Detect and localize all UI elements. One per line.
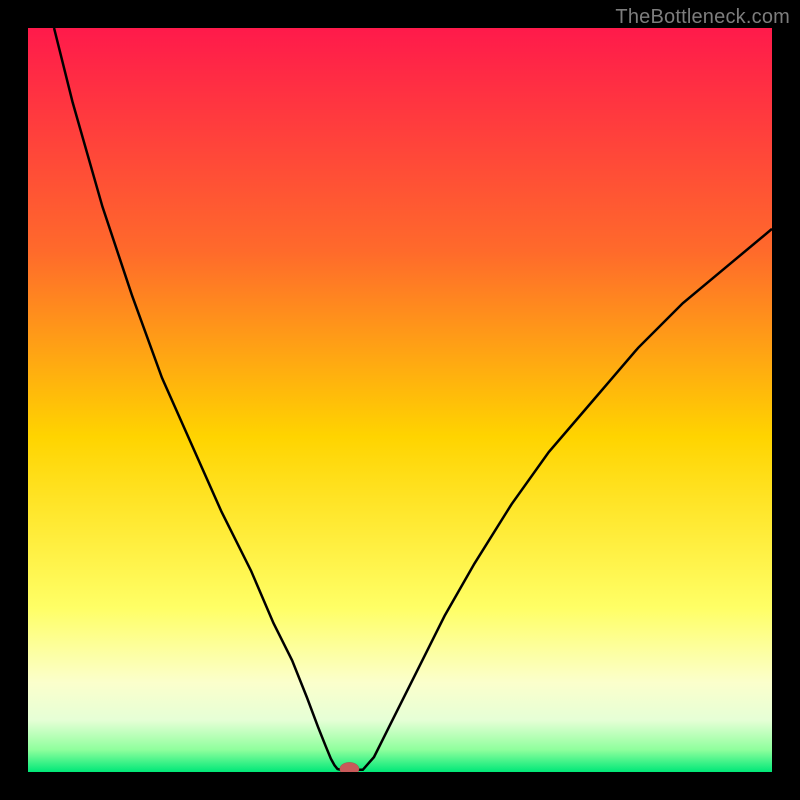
bottleneck-chart bbox=[28, 28, 772, 772]
gradient-background bbox=[28, 28, 772, 772]
plot-area bbox=[28, 28, 772, 772]
watermark-text: TheBottleneck.com bbox=[615, 6, 790, 29]
chart-frame: TheBottleneck.com bbox=[0, 0, 800, 800]
